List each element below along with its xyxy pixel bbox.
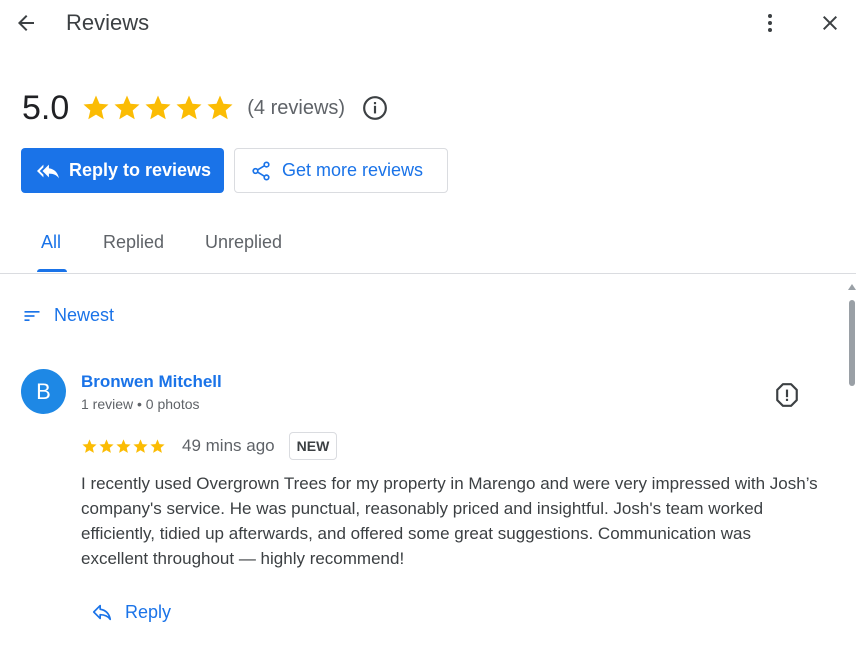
average-rating: 5.0 bbox=[22, 88, 70, 127]
review-text: I recently used Overgrown Trees for my p… bbox=[81, 474, 818, 568]
reviewer-name[interactable]: Bronwen Mitchell bbox=[81, 372, 222, 392]
tab-unreplied[interactable]: Unreplied bbox=[205, 232, 282, 253]
report-button[interactable] bbox=[773, 381, 801, 409]
star-icon bbox=[133, 438, 148, 453]
tab-replied[interactable]: Replied bbox=[103, 232, 164, 253]
star-icon bbox=[99, 438, 114, 453]
star-icon bbox=[116, 438, 131, 453]
header: Reviews bbox=[0, 0, 856, 48]
sort-button[interactable]: Newest bbox=[22, 305, 114, 326]
star-icon bbox=[83, 95, 109, 120]
more-vert-icon bbox=[768, 14, 772, 32]
rating-stars bbox=[81, 93, 235, 123]
star-icon bbox=[82, 438, 97, 453]
info-icon bbox=[363, 96, 387, 120]
get-more-reviews-label: Get more reviews bbox=[282, 160, 424, 180]
sort-icon bbox=[22, 306, 42, 326]
new-badge: NEW bbox=[288, 432, 338, 460]
back-button[interactable] bbox=[8, 5, 44, 41]
active-tab-indicator bbox=[37, 269, 67, 272]
star-icon bbox=[207, 95, 233, 120]
star-icon bbox=[145, 95, 171, 120]
close-icon bbox=[823, 16, 837, 30]
report-icon bbox=[776, 383, 798, 407]
reviewer-meta: 1 review • 0 photos bbox=[81, 396, 200, 412]
review-stars bbox=[81, 438, 166, 455]
page-title: Reviews bbox=[66, 10, 150, 35]
avatar[interactable]: B bbox=[21, 369, 66, 414]
star-icon bbox=[114, 95, 140, 120]
info-button[interactable] bbox=[361, 94, 389, 122]
review-tabs: All Replied Unreplied bbox=[0, 218, 856, 274]
close-button[interactable] bbox=[812, 5, 848, 41]
sort-label: Newest bbox=[54, 305, 115, 325]
review-time: 49 mins ago bbox=[182, 436, 275, 455]
get-more-reviews-button[interactable]: Get more reviews bbox=[234, 148, 448, 193]
review-count: (4 reviews) bbox=[247, 96, 346, 119]
scrollbar-thumb[interactable] bbox=[849, 300, 855, 386]
reply-to-reviews-button[interactable]: Reply to reviews bbox=[21, 148, 224, 193]
reply-icon bbox=[91, 601, 113, 623]
rating-summary: 5.0 (4 reviews) bbox=[22, 88, 389, 128]
reply-to-reviews-label: Reply to reviews bbox=[69, 160, 212, 180]
star-icon bbox=[150, 438, 165, 453]
review-rating-line: 49 mins ago NEW bbox=[81, 432, 338, 460]
more-options-button[interactable] bbox=[752, 5, 788, 41]
reply-button[interactable]: Reply bbox=[91, 601, 171, 623]
arrow-back-icon bbox=[18, 15, 34, 31]
tab-all[interactable]: All bbox=[41, 232, 61, 253]
scroll-up-arrow[interactable] bbox=[848, 284, 856, 290]
reply-all-icon bbox=[37, 160, 59, 182]
share-icon bbox=[250, 160, 272, 182]
reply-label: Reply bbox=[125, 601, 172, 622]
star-icon bbox=[176, 95, 202, 120]
